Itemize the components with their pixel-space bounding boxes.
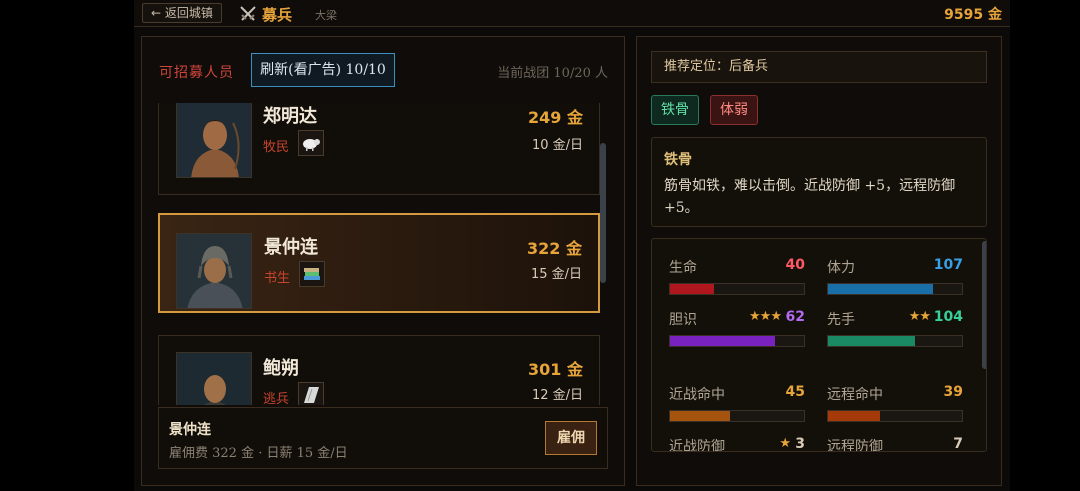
hire-cost-info: 雇佣费 322 金 · 日薪 15 金/日 <box>169 446 348 461</box>
recruit-price: 301 金 <box>528 360 583 379</box>
list-scrollbar[interactable] <box>600 143 606 283</box>
hire-bar: 景仲连 雇佣费 322 金 · 日薪 15 金/日 雇佣 <box>158 407 608 469</box>
trait-title: 铁骨 <box>664 152 692 168</box>
recruit-wage: 10 金/日 <box>531 138 583 153</box>
cloth-icon <box>298 382 324 405</box>
recruitable-label: 可招募人员 <box>159 65 234 81</box>
recruit-portrait <box>176 352 252 405</box>
recruit-screen: ← 返回城镇 募兵 大梁 9595 金 可招募人员 刷新(看广告) 10/10 … <box>134 0 1010 491</box>
stat-label: 生命 <box>669 260 697 276</box>
recruit-detail-panel: 推荐定位：后备兵 铁骨 体弱 铁骨 筋骨如铁，难以击倒。近战防御 +5，远程防御… <box>636 36 1002 486</box>
stats-panel[interactable]: 生命 40 体力 107 胆识 ★★★ 62 先手 ★★ 104 近战命中 45 远程命中 39 近战防御 ★… <box>651 238 987 452</box>
stat-bar-fill <box>828 411 881 421</box>
stat-value: 39 <box>943 384 963 400</box>
stat-bar <box>669 410 805 422</box>
trait-description: 筋骨如铁，难以击倒。近战防御 +5，远程防御 +5。 <box>664 178 956 216</box>
recruit-job: 牧民 <box>263 140 290 155</box>
crossed-swords-icon <box>240 6 256 21</box>
stat-bar <box>827 283 963 295</box>
trait-description-box: 铁骨 筋骨如铁，难以击倒。近战防御 +5，远程防御 +5。 <box>651 137 987 227</box>
stat-value: 7 <box>953 436 963 452</box>
gold-amount: 9595 金 <box>944 7 1002 23</box>
recruit-wage: 12 金/日 <box>531 388 583 403</box>
stats-scrollbar[interactable] <box>982 241 986 369</box>
recruit-list-panel: 可招募人员 刷新(看广告) 10/10 当前战团 10/20 人 郑明达 牧民 <box>141 36 625 486</box>
recruit-card[interactable]: 郑明达 牧民 249 金 10 金/日 <box>158 103 600 195</box>
stat-label: 近战防御 <box>669 439 725 452</box>
hire-button[interactable]: 雇佣 <box>545 421 597 455</box>
stat-value: 107 <box>933 257 963 273</box>
stat-bar-fill <box>670 336 775 346</box>
stat-label: 远程命中 <box>827 387 883 403</box>
recruit-name: 景仲连 <box>264 237 318 258</box>
recruit-job: 逃兵 <box>263 392 290 405</box>
recruit-card[interactable]: 鲍朔 逃兵 301 金 12 金/日 <box>158 335 600 405</box>
stat-label: 胆识 <box>669 312 697 328</box>
stat-bar <box>827 335 963 347</box>
back-to-town-button[interactable]: ← 返回城镇 <box>142 3 222 23</box>
recruit-list[interactable]: 郑明达 牧民 249 金 10 金/日 景仲连 书生 322 金 15 金/日 … <box>158 103 608 405</box>
recruit-price: 249 金 <box>528 108 583 127</box>
recruit-price: 322 金 <box>527 239 582 258</box>
trait-tag[interactable]: 铁骨 <box>651 95 699 125</box>
sheep-icon <box>298 130 324 156</box>
books-icon <box>299 261 325 287</box>
stat-label: 先手 <box>827 312 855 328</box>
stat-value: 104 <box>933 309 963 325</box>
stat-stars: ★ <box>779 436 791 451</box>
hire-recruit-name: 景仲连 <box>169 422 211 438</box>
recommended-role: 推荐定位：后备兵 <box>651 51 987 83</box>
recruit-card-selected[interactable]: 景仲连 书生 322 金 15 金/日 <box>158 213 600 313</box>
stat-bar <box>669 335 805 347</box>
stat-label: 体力 <box>827 260 855 276</box>
recruit-name: 郑明达 <box>263 106 317 127</box>
stat-bar <box>827 410 963 422</box>
stat-stars: ★★ <box>908 309 931 324</box>
stat-value: 62 <box>785 309 805 325</box>
stat-label: 近战命中 <box>669 387 725 403</box>
recruit-job: 书生 <box>264 271 291 286</box>
recruit-wage: 15 金/日 <box>530 267 582 282</box>
band-count: 当前战团 10/20 人 <box>497 66 608 81</box>
stat-value: 45 <box>785 384 805 400</box>
stat-bar <box>669 283 805 295</box>
stat-bar-fill <box>828 336 916 346</box>
stat-bar-fill <box>670 284 715 294</box>
page-title: 募兵 <box>262 6 293 24</box>
top-bar: ← 返回城镇 募兵 大梁 9595 金 <box>134 0 1010 27</box>
recruit-portrait <box>176 233 252 309</box>
stat-value: 3 <box>795 436 805 452</box>
location-label: 大梁 <box>315 9 337 22</box>
refresh-ad-button[interactable]: 刷新(看广告) 10/10 <box>251 53 395 87</box>
recruit-name: 鲍朔 <box>263 358 299 379</box>
stat-stars: ★★★ <box>749 309 782 324</box>
trait-tag[interactable]: 体弱 <box>710 95 758 125</box>
stat-bar-fill <box>670 411 731 421</box>
recruit-portrait <box>176 103 252 178</box>
stat-value: 40 <box>785 257 805 273</box>
stat-bar-fill <box>828 284 933 294</box>
stat-label: 远程防御 <box>827 439 883 452</box>
